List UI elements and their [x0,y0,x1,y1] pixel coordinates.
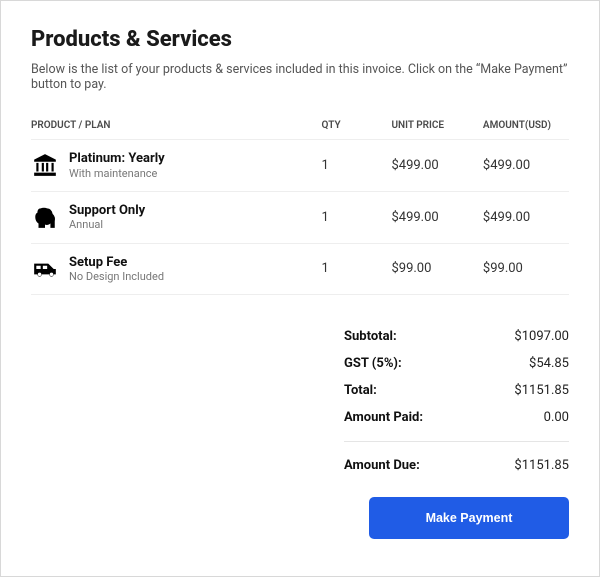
col-header-product: PRODUCT / PLAN [31,112,322,140]
van-icon [31,255,59,283]
product-name: Platinum: Yearly [69,151,165,167]
gst-row: GST (5%): $54.85 [344,350,569,377]
gorilla-icon [31,203,59,231]
product-name: Support Only [69,203,145,219]
subtotal-value: $1097.00 [514,329,569,344]
paid-label: Amount Paid: [344,410,423,425]
cell-amount: $99.00 [483,243,569,295]
table-row: Setup Fee No Design Included 1 $99.00 $9… [31,243,569,295]
subtotal-row: Subtotal: $1097.00 [344,323,569,350]
make-payment-button[interactable]: Make Payment [369,497,569,539]
total-value: $1151.85 [514,383,569,398]
product-desc: No Design Included [69,270,164,283]
product-desc: With maintenance [69,167,165,180]
due-value: $1151.85 [514,458,569,473]
due-row: Amount Due: $1151.85 [344,452,569,479]
invoice-panel: Products & Services Below is the list of… [0,0,600,577]
cell-qty: 1 [322,191,392,243]
cell-unit-price: $99.00 [391,243,482,295]
items-table: PRODUCT / PLAN QTY UNIT PRICE AMOUNT(USD… [31,112,569,295]
subtotal-label: Subtotal: [344,329,397,344]
table-row: Platinum: Yearly With maintenance 1 $499… [31,140,569,192]
total-row: Total: $1151.85 [344,377,569,404]
cell-qty: 1 [322,243,392,295]
table-row: Support Only Annual 1 $499.00 $499.00 [31,191,569,243]
cell-unit-price: $499.00 [391,191,482,243]
cell-qty: 1 [322,140,392,192]
col-header-unit-price: UNIT PRICE [391,112,482,140]
paid-value: 0.00 [544,410,569,425]
totals-block: Subtotal: $1097.00 GST (5%): $54.85 Tota… [344,323,569,479]
col-header-qty: QTY [322,112,392,140]
cell-amount: $499.00 [483,140,569,192]
page-title: Products & Services [31,27,569,52]
due-label: Amount Due: [344,458,420,473]
gst-value: $54.85 [529,356,569,371]
table-header-row: PRODUCT / PLAN QTY UNIT PRICE AMOUNT(USD… [31,112,569,140]
cell-unit-price: $499.00 [391,140,482,192]
paid-row: Amount Paid: 0.00 [344,404,569,431]
page-subtitle: Below is the list of your products & ser… [31,62,569,92]
total-label: Total: [344,383,377,398]
cell-amount: $499.00 [483,191,569,243]
gst-label: GST (5%): [344,356,402,371]
col-header-amount: AMOUNT(USD) [483,112,569,140]
totals-divider [344,441,569,442]
product-desc: Annual [69,218,145,231]
product-name: Setup Fee [69,255,164,271]
bank-icon [31,151,59,179]
